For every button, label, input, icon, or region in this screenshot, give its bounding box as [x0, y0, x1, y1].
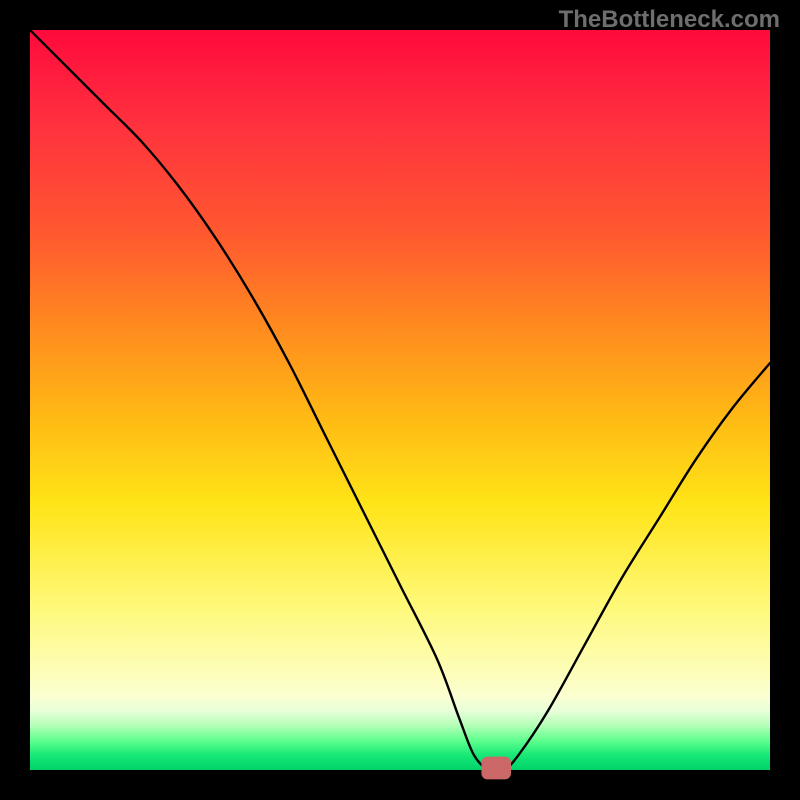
plot-area — [30, 30, 770, 770]
bottleneck-curve — [30, 30, 770, 772]
chart-frame: TheBottleneck.com — [0, 0, 800, 800]
optimal-marker — [481, 757, 511, 780]
curve-svg — [30, 30, 770, 770]
